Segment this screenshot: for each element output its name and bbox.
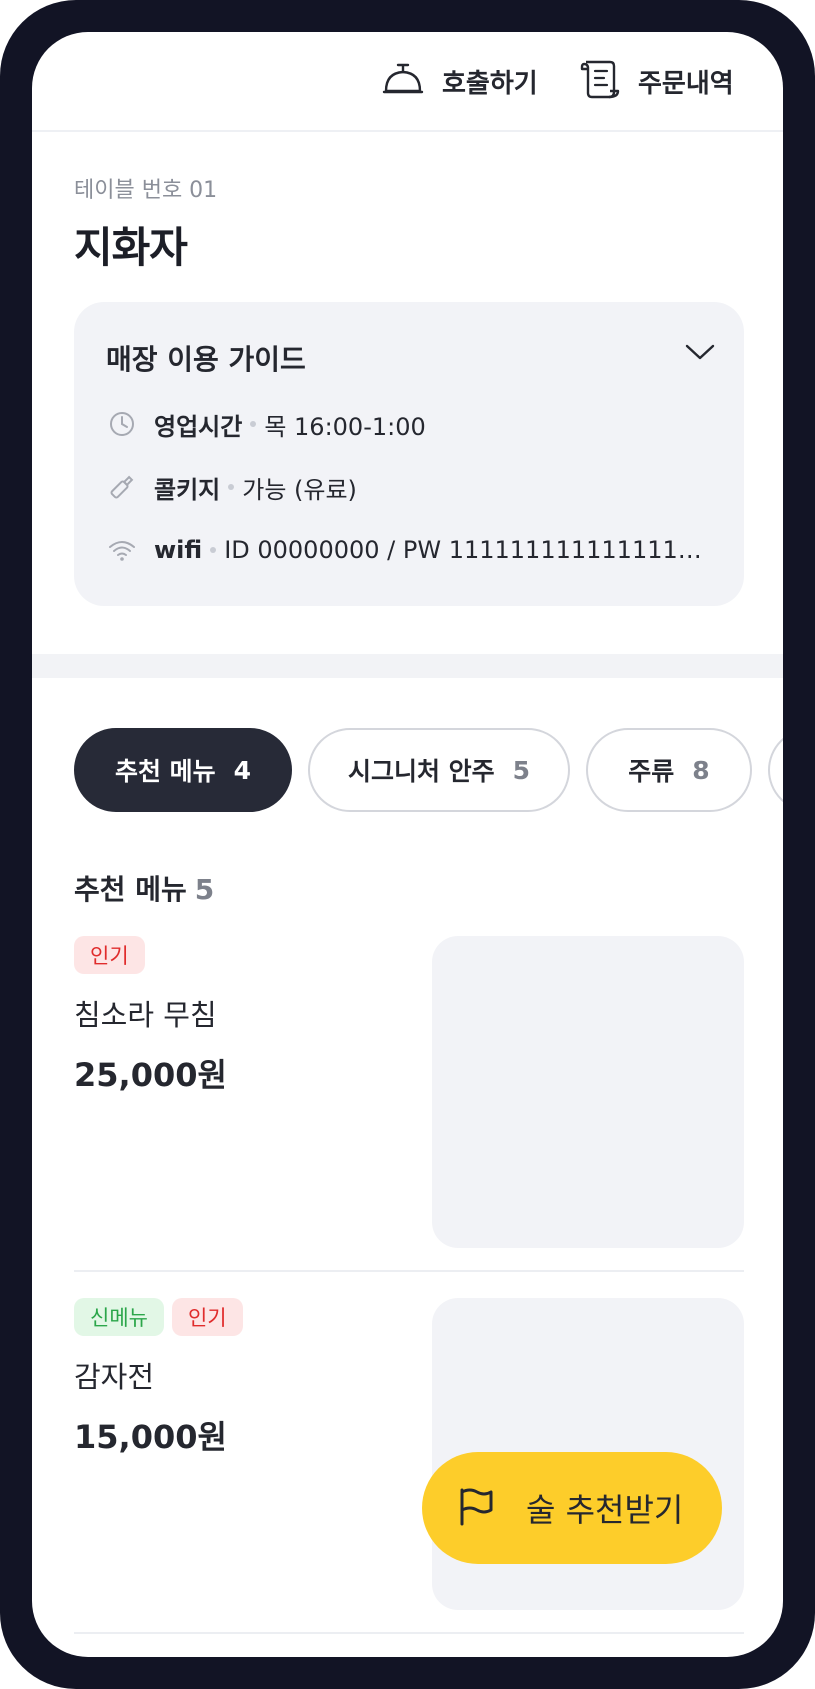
tab-label: 추천 메뉴 xyxy=(114,757,216,786)
tab-liquor[interactable]: 주류 8 xyxy=(586,728,752,812)
flag-icon xyxy=(456,1486,496,1530)
menu-price: 15,000원 xyxy=(74,1418,227,1456)
divider xyxy=(74,1632,744,1634)
call-staff-button[interactable]: 호출하기 xyxy=(382,58,538,104)
top-bar: 호출하기 주문내역 xyxy=(32,32,783,132)
menu-name: 침소라 무침 xyxy=(74,998,217,1032)
separator-dot xyxy=(210,547,217,553)
guide-key: 콜키지 xyxy=(154,475,221,504)
receipt-scroll-icon xyxy=(580,58,620,104)
section-title: 추천 메뉴 xyxy=(74,873,187,906)
separator-dot xyxy=(228,484,235,490)
guide-value: 가능 (유료) xyxy=(242,475,357,504)
guide-value: 목 16:00-1:00 xyxy=(264,412,426,441)
drink-recommendation-label: 술 추천받기 xyxy=(526,1491,684,1529)
drink-recommendation-button[interactable]: 술 추천받기 xyxy=(422,1452,722,1564)
tab-label: 시그니처 안주 xyxy=(347,757,495,786)
tab-count: 4 xyxy=(233,755,252,785)
order-history-button[interactable]: 주문내역 xyxy=(580,58,734,104)
guide-toggle-button[interactable] xyxy=(680,336,720,372)
tab-more[interactable] xyxy=(768,728,783,812)
guide-row-hours: 영업시간 목 16:00-1:00 xyxy=(106,404,426,444)
badge-popular: 인기 xyxy=(171,1298,243,1336)
order-history-label: 주문내역 xyxy=(638,68,734,99)
badge-new: 신메뉴 xyxy=(74,1298,164,1336)
section-heading: 추천 메뉴 5 xyxy=(74,868,214,908)
guide-key: 영업시간 xyxy=(154,412,243,441)
badge-group: 신메뉴 인기 xyxy=(74,1298,251,1336)
menu-price: 25,000원 xyxy=(74,1056,227,1094)
menu-name: 감자전 xyxy=(74,1360,155,1394)
table-number: 테이블 번호 01 xyxy=(74,178,218,203)
bottle-icon xyxy=(106,471,138,503)
clock-icon xyxy=(106,408,138,440)
call-staff-label: 호출하기 xyxy=(442,68,538,99)
wifi-icon xyxy=(106,534,138,566)
guide-row-corkage: 콜키지 가능 (유료) xyxy=(106,467,357,507)
guide-key: wifi xyxy=(154,536,203,564)
divider xyxy=(74,1270,744,1272)
menu-image-placeholder xyxy=(432,936,744,1248)
service-bell-icon xyxy=(382,59,424,103)
guide-title: 매장 이용 가이드 xyxy=(106,343,306,376)
tab-recommended[interactable]: 추천 메뉴 4 xyxy=(74,728,292,812)
guide-value: ID 00000000 / PW 1111111111111111111111 xyxy=(224,536,704,564)
badge-group: 인기 xyxy=(74,936,153,974)
tab-signature[interactable]: 시그니처 안주 5 xyxy=(308,728,570,812)
phone-frame: 호출하기 주문내역 테이블 번호 01 지화자 매장 이용 가이드 영업시간 목… xyxy=(0,0,815,1689)
separator-dot xyxy=(250,421,257,427)
section-count: 5 xyxy=(194,873,215,906)
guide-row-wifi: wifi ID 00000000 / PW 111111111111111111… xyxy=(106,530,704,570)
tab-count: 8 xyxy=(692,755,710,785)
section-divider xyxy=(32,654,783,678)
badge-popular: 인기 xyxy=(74,936,145,974)
chevron-down-icon xyxy=(685,343,715,365)
app-screen: 호출하기 주문내역 테이블 번호 01 지화자 매장 이용 가이드 영업시간 목… xyxy=(32,32,783,1657)
tab-label: 주류 xyxy=(628,757,675,786)
category-tabs: 추천 메뉴 4 시그니처 안주 5 주류 8 xyxy=(74,728,783,816)
store-name: 지화자 xyxy=(74,223,188,272)
tab-count: 5 xyxy=(512,755,531,785)
menu-item[interactable]: 인기 침소라 무침 25,000원 xyxy=(74,936,744,1266)
